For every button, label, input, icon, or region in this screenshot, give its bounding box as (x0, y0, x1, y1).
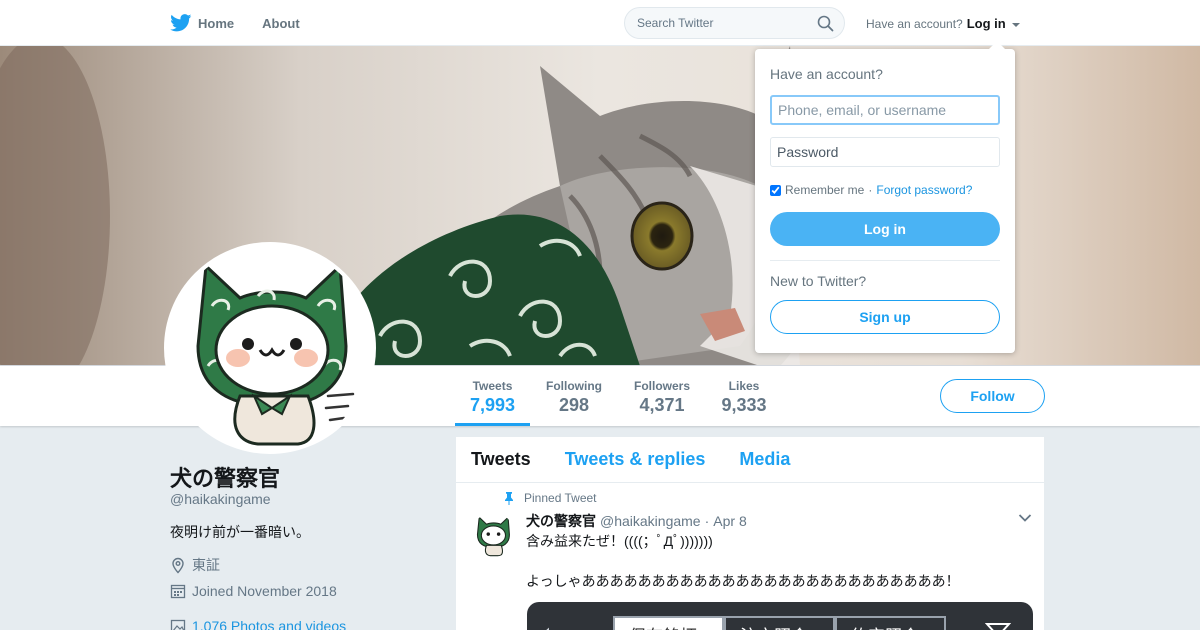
tweet-text-line: 含み益来たぜ！((((；ﾟДﾟ))))))) (526, 533, 713, 549)
top-nav: Home About Have an account? Log in (0, 0, 1200, 46)
timeline: Tweets Tweets & replies Media Pinned Twe… (456, 437, 1044, 630)
media-tab-strip: 保有銘柄 注文照会 約定照会 (613, 616, 946, 630)
stat-value: 298 (558, 395, 590, 415)
follow-button[interactable]: Follow (940, 379, 1045, 413)
stat-value: 7,993 (469, 395, 516, 415)
chevron-down-icon[interactable] (1018, 513, 1032, 523)
stat-followers[interactable]: Followers 4,371 (628, 366, 696, 426)
account-menu: Have an account? Log in (866, 16, 1020, 31)
mascot-avatar-image (471, 513, 515, 557)
pinned-tweet[interactable]: Pinned Tweet 犬の警察官 @haikakingame · Apr 8… (456, 483, 1044, 630)
divider (770, 260, 1000, 261)
remember-me-label[interactable]: Remember me (785, 183, 864, 197)
tweet-avatar[interactable] (471, 513, 515, 557)
twitter-bird-icon (170, 14, 192, 32)
profile-name[interactable]: 犬の警察官 (170, 461, 280, 493)
tab-media[interactable]: Media (739, 449, 790, 470)
profile-bio: 夜明け前が一番暗い。 (170, 524, 310, 540)
tweet-author-name[interactable]: 犬の警察官 (526, 511, 596, 531)
stat-following[interactable]: Following 298 (540, 366, 608, 426)
username-input[interactable] (770, 95, 1000, 125)
location-text: 東証 (192, 557, 220, 573)
tweet-author-handle[interactable]: @haikakingame (600, 513, 701, 529)
remember-row: Remember me · Forgot password? (770, 183, 972, 197)
timeline-tabs: Tweets Tweets & replies Media (456, 437, 1044, 483)
dropdown-arrow (989, 41, 1005, 49)
stat-value: 4,371 (639, 395, 685, 415)
nav-left: Home About (170, 0, 300, 46)
pin-icon (505, 491, 513, 505)
tab-tweets-replies[interactable]: Tweets & replies (565, 449, 706, 470)
stat-tweets[interactable]: Tweets 7,993 (455, 366, 530, 426)
separator-dot: · (868, 183, 873, 197)
remember-me-checkbox[interactable] (770, 184, 781, 196)
joined-text: Joined November 2018 (192, 583, 337, 599)
have-account-text: Have an account? (866, 16, 963, 31)
stat-label: Tweets (472, 379, 513, 393)
dropdown-title: Have an account? (770, 66, 883, 82)
tweet-text-line: よっしゃああああああああああああああああああああああああああ！ (526, 573, 960, 589)
profile-location: 東証 (170, 555, 220, 575)
stat-label: Likes (728, 379, 760, 393)
media-tab-label: 約定照会 (835, 616, 946, 630)
mascot-avatar-image (168, 246, 372, 450)
pinned-label: Pinned Tweet (524, 491, 597, 505)
tweet-date[interactable]: Apr 8 (713, 513, 746, 529)
media-tab-label: 注文照会 (724, 616, 835, 630)
filter-icon (985, 623, 1011, 630)
pinned-label-row: Pinned Tweet (504, 491, 597, 505)
login-button[interactable]: Log in (770, 212, 1000, 246)
new-to-twitter-text: New to Twitter? (770, 273, 867, 289)
tweet-media-image[interactable]: ‹ 保有銘柄 注文照会 約定照会 (527, 602, 1033, 630)
signup-button[interactable]: Sign up (770, 300, 1000, 334)
tab-tweets[interactable]: Tweets (471, 449, 531, 470)
forgot-password-link[interactable]: Forgot password? (876, 183, 972, 197)
stat-value: 9,333 (721, 395, 767, 415)
password-input[interactable] (770, 137, 1000, 167)
photos-videos-link[interactable]: 1,076 Photos and videos (170, 618, 346, 630)
search-box[interactable] (624, 7, 845, 39)
back-arrow-icon: ‹ (541, 618, 551, 630)
nav-about-link[interactable]: About (262, 16, 300, 31)
avatar[interactable] (164, 242, 376, 454)
location-pin-icon (172, 557, 184, 574)
stat-likes[interactable]: Likes 9,333 (716, 366, 772, 426)
tweet-header: 犬の警察官 @haikakingame · Apr 8 (526, 511, 747, 531)
separator-dot: · (704, 513, 710, 529)
nav-home-link[interactable]: Home (170, 14, 234, 32)
search-icon[interactable] (817, 15, 834, 32)
profile-joined: Joined November 2018 (170, 583, 337, 599)
photo-icon (170, 619, 186, 630)
caret-down-icon[interactable] (1011, 22, 1020, 27)
nav-home-label: Home (198, 15, 235, 31)
stat-label: Followers (633, 379, 690, 393)
login-dropdown: Have an account? Remember me · Forgot pa… (755, 41, 1015, 353)
photos-videos-label[interactable]: 1,076 Photos and videos (192, 618, 346, 630)
profile-handle[interactable]: @haikakingame (170, 491, 271, 507)
media-tab-label: 保有銘柄 (613, 616, 724, 630)
stat-label: Following (546, 379, 602, 393)
search-input[interactable] (625, 8, 805, 38)
calendar-icon (170, 584, 186, 599)
login-link[interactable]: Log in (967, 16, 1006, 31)
